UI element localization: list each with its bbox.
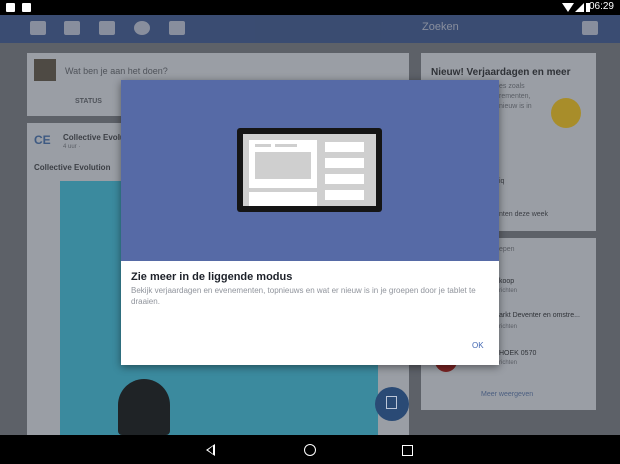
dialog-title: Zie meer in de liggende modus <box>131 271 293 283</box>
search-input[interactable]: Zoeken <box>422 21 459 33</box>
edit-icon <box>386 396 397 409</box>
group-meta: richten <box>499 360 518 366</box>
news-feed-icon[interactable] <box>30 21 46 35</box>
group-name[interactable]: arkt Deventer en omstre... <box>499 312 580 319</box>
promo-title: Nieuw! Verjaardagen en meer <box>431 67 571 78</box>
clock: 06:29 <box>588 1 614 12</box>
messages-icon[interactable] <box>99 21 115 35</box>
dialog-illustration <box>121 80 499 261</box>
composer-placeholder[interactable]: Wat ben je aan het doen? <box>65 66 168 76</box>
ok-button[interactable]: OK <box>472 341 484 350</box>
calendar-icon <box>22 3 31 12</box>
tablet-landscape-icon <box>237 128 382 212</box>
wifi-icon <box>562 3 574 12</box>
group-name[interactable]: koop <box>499 278 514 285</box>
post-author[interactable]: Collective Evolu <box>63 133 125 142</box>
post-text: Collective Evolution <box>34 163 111 172</box>
promo-text-3: nieuw is in <box>499 103 532 110</box>
status-bar: 06:29 <box>0 0 620 15</box>
landscape-mode-dialog: Zie meer in de liggende modus Bekijk ver… <box>121 80 499 365</box>
home-icon[interactable] <box>304 444 316 456</box>
status-button[interactable]: STATUS <box>75 98 102 105</box>
group-meta: richten <box>499 288 518 294</box>
promo-link-2[interactable]: nten deze week <box>499 211 548 218</box>
compose-fab-button[interactable] <box>375 387 409 421</box>
recent-apps-icon[interactable] <box>402 445 413 456</box>
promo-text-1: es zoals <box>499 83 525 90</box>
app-top-bar: Zoeken <box>0 15 620 43</box>
signal-icon <box>575 3 584 12</box>
groups-header: epen <box>499 246 515 253</box>
promo-link-1[interactable]: iq <box>499 178 504 185</box>
back-icon[interactable] <box>206 444 215 456</box>
flower-illustration <box>551 98 581 128</box>
friends-list-icon[interactable] <box>582 21 598 35</box>
promo-text-2: rementen, <box>499 93 531 100</box>
post-time: 4 uur · <box>63 144 81 150</box>
page-logo: CE <box>34 133 51 147</box>
system-nav-bar <box>0 435 620 464</box>
group-meta: richten <box>499 324 518 330</box>
notification-icon <box>6 3 15 12</box>
dialog-body: Bekijk verjaardagen en evenementen, topn… <box>131 286 476 306</box>
group-name[interactable]: HOEK 0570 <box>499 350 536 357</box>
menu-icon[interactable] <box>169 21 185 35</box>
person-figure <box>118 379 170 435</box>
notifications-globe-icon[interactable] <box>134 21 150 35</box>
avatar <box>34 59 56 81</box>
show-more-link[interactable]: Meer weergeven <box>481 391 533 398</box>
friend-requests-icon[interactable] <box>64 21 80 35</box>
